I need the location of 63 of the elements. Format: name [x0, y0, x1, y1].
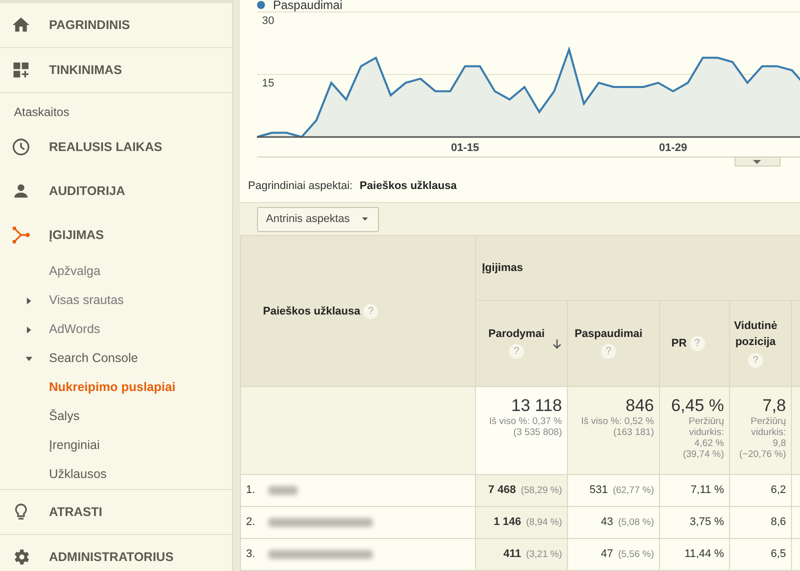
impressions-value: 411 [503, 548, 522, 560]
nav-item[interactable]: PAGRINDINIS [0, 3, 232, 47]
nav-subitem[interactable]: Šalys [0, 402, 232, 431]
caret-right-icon [24, 324, 34, 334]
dimension-label: Pagrindiniai aspektai: [248, 178, 353, 194]
impressions-share: (58,29 %) [520, 485, 562, 496]
caret-right-icon [24, 296, 34, 306]
position-value: 6,5 [770, 548, 786, 560]
column-header[interactable]: Paspaudimai ? [568, 300, 660, 386]
nav-item[interactable]: ATRASTI [0, 490, 232, 534]
nav-subitem[interactable]: Apžvalga [0, 257, 232, 286]
nav-item[interactable]: REALUSIS LAIKAS [0, 125, 232, 169]
chart-toggle-button[interactable] [734, 156, 780, 166]
ctr-value: 3,75 % [690, 516, 724, 528]
nav-item[interactable]: AUDITORIJA [0, 169, 232, 213]
total-value: 13 118 [510, 395, 562, 416]
impressions-share: (3,21 %) [526, 549, 562, 560]
total-value: 7,8 [761, 395, 786, 416]
clicks-share: (5,08 %) [618, 517, 654, 528]
nav-item[interactable]: ĮGIJIMAS [0, 213, 232, 257]
column-header[interactable]: Paieškos užklausa ? [240, 236, 476, 386]
section-heading: Ataskaitos [13, 104, 70, 121]
axis-tick-label: 15 [262, 78, 274, 90]
legend-label: Paspaudimai [273, 0, 342, 10]
total-note: Iš viso %: 0,52 % (163 181) [580, 416, 654, 438]
position-value: 6,2 [770, 484, 786, 496]
position-value: 8,6 [770, 516, 786, 528]
impressions-share: (8,94 %) [526, 517, 562, 528]
total-note: Peržiūrų vidurkis: 9,8 (−20,76 %) [738, 416, 786, 460]
clicks-share: (5,56 %) [618, 549, 654, 560]
impressions-value: 1 146 [494, 516, 522, 528]
ctr-value: 7,11 % [690, 484, 724, 496]
nav-subitem[interactable]: Užklausos [0, 460, 232, 489]
nav-subitem[interactable]: AdWords [0, 315, 232, 344]
nav-item[interactable]: ADMINISTRATORIUS [0, 535, 232, 571]
axis-tick-label: 01-29 [659, 142, 688, 154]
total-value: 6,45 % [670, 395, 724, 416]
group-header: Įgijimas [482, 262, 523, 274]
axis-tick-label: 01-15 [450, 142, 480, 154]
ctr-value: 11,44 % [684, 548, 724, 560]
column-header[interactable]: Vidutinė pozicija ? [730, 300, 792, 386]
column-header[interactable]: Parodymai ? [476, 300, 568, 386]
axis-tick-label: 30 [262, 15, 274, 27]
total-note: Iš viso %: 0,37 % (3 535 808) [488, 416, 562, 438]
impressions-value: 7 468 [488, 484, 516, 496]
total-note: Peržiūrų vidurkis: 4,62 % (39,74 %) [682, 416, 724, 460]
clicks-value: 47 [600, 548, 614, 560]
dimension-tab[interactable]: Paieškos užklausa [360, 178, 457, 194]
row-number: 3. [246, 547, 256, 562]
column-header[interactable]: PR ? [660, 300, 730, 386]
clicks-value: 531 [589, 484, 608, 496]
row-number: 1. [246, 483, 256, 498]
nav-subitem[interactable]: Įrenginiai [0, 431, 232, 460]
row-number: 2. [246, 515, 256, 530]
nav-subitem[interactable]: Search Console [0, 344, 232, 373]
nav-item[interactable]: TINKINIMAS [0, 48, 232, 92]
clicks-value: 43 [600, 516, 614, 528]
sort-arrow-icon [551, 337, 563, 351]
clicks-share: (62,77 %) [612, 485, 654, 496]
total-value: 846 [624, 395, 654, 416]
blurred-text [268, 486, 298, 495]
nav-subitem[interactable]: Visas srautas [0, 286, 232, 315]
secondary-dimension-dropdown[interactable]: Antrinis aspektas [257, 206, 379, 232]
